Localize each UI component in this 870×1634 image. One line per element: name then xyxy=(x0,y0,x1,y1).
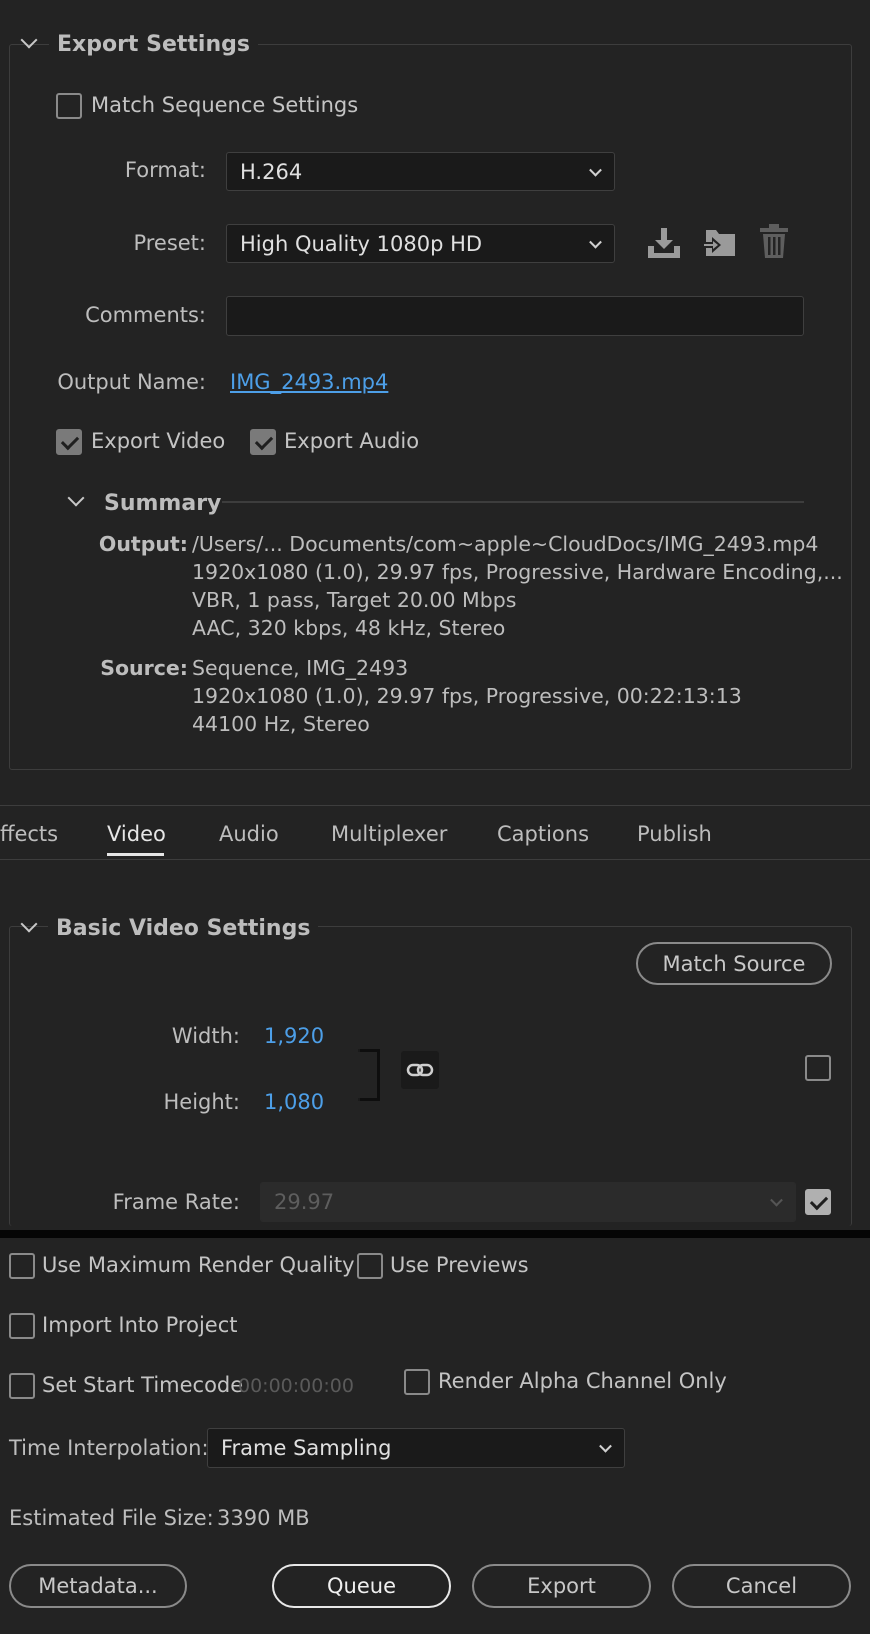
panel-divider[interactable] xyxy=(0,1230,870,1238)
tab-multiplexer[interactable]: Multiplexer xyxy=(331,822,447,846)
export-audio-label: Export Audio xyxy=(284,429,420,453)
tab-effects[interactable]: ffects xyxy=(0,822,58,846)
metadata-button[interactable]: Metadata... xyxy=(9,1564,187,1608)
export-settings-title: Export Settings xyxy=(49,32,258,57)
time-interpolation-value: Frame Sampling xyxy=(221,1436,392,1460)
queue-button[interactable]: Queue xyxy=(272,1564,451,1608)
match-sequence-checkbox[interactable] xyxy=(56,93,82,119)
chevron-down-icon xyxy=(770,1193,783,1207)
output-name-label: Output Name: xyxy=(57,370,206,394)
constrain-proportions-button[interactable] xyxy=(401,1051,439,1089)
delete-preset-icon[interactable] xyxy=(758,224,790,260)
height-label: Height: xyxy=(163,1090,241,1114)
summary-title: Summary xyxy=(104,491,222,516)
tab-publish[interactable]: Publish xyxy=(637,822,712,846)
summary-output-label: Output: xyxy=(98,532,188,556)
import-preset-icon[interactable] xyxy=(702,226,738,260)
chain-link-icon xyxy=(406,1063,434,1077)
basic-video-settings-title: Basic Video Settings xyxy=(48,916,319,941)
summary-source-line: 1920x1080 (1.0), 29.97 fps, Progressive,… xyxy=(192,684,742,708)
chevron-down-icon xyxy=(599,1439,612,1453)
chevron-down-icon xyxy=(589,235,602,249)
tab-video[interactable]: Video xyxy=(107,822,166,846)
width-value[interactable]: 1,920 xyxy=(264,1024,324,1048)
chevron-down-icon xyxy=(589,163,602,177)
estimated-file-size-label: Estimated File Size: xyxy=(9,1506,214,1530)
match-source-button[interactable]: Match Source xyxy=(636,942,832,985)
width-label: Width: xyxy=(171,1024,240,1048)
export-button[interactable]: Export xyxy=(472,1564,651,1608)
estimated-file-size-value: 3390 MB xyxy=(217,1506,310,1530)
tab-video-underline xyxy=(107,853,164,856)
use-previews-label: Use Previews xyxy=(390,1253,529,1277)
resize-video-checkbox[interactable] xyxy=(805,1055,831,1081)
max-render-quality-label: Use Maximum Render Quality xyxy=(42,1253,355,1277)
format-value: H.264 xyxy=(240,159,303,184)
time-interpolation-label: Time Interpolation: xyxy=(9,1436,209,1460)
set-start-timecode-checkbox[interactable] xyxy=(9,1373,35,1399)
summary-output-line: 1920x1080 (1.0), 29.97 fps, Progressive,… xyxy=(192,560,843,584)
export-video-label: Export Video xyxy=(91,429,226,453)
height-value[interactable]: 1,080 xyxy=(264,1090,324,1114)
comments-label: Comments: xyxy=(85,303,206,327)
output-name-link[interactable]: IMG_2493.mp4 xyxy=(230,370,388,394)
render-alpha-checkbox[interactable] xyxy=(404,1369,430,1395)
frame-rate-value: 29.97 xyxy=(274,1190,335,1214)
export-audio-checkbox[interactable] xyxy=(250,429,276,455)
save-preset-icon[interactable] xyxy=(646,226,682,260)
summary-divider xyxy=(222,501,804,503)
cancel-button[interactable]: Cancel xyxy=(672,1564,851,1608)
max-render-quality-checkbox[interactable] xyxy=(9,1253,35,1279)
frame-rate-select[interactable]: 29.97 xyxy=(260,1182,796,1222)
summary-output-line: AAC, 320 kbps, 48 kHz, Stereo xyxy=(192,616,506,640)
tab-bar-border-bottom xyxy=(0,859,870,860)
tab-bar-border-top xyxy=(0,805,870,806)
frame-rate-label: Frame Rate: xyxy=(112,1190,240,1214)
format-label: Format: xyxy=(124,158,206,182)
comments-input[interactable] xyxy=(226,296,804,336)
summary-output-line: VBR, 1 pass, Target 20.00 Mbps xyxy=(192,588,517,612)
summary-output-line: /Users/... Documents/com~apple~CloudDocs… xyxy=(192,532,819,556)
tab-captions[interactable]: Captions xyxy=(497,822,589,846)
export-video-checkbox[interactable] xyxy=(56,429,82,455)
time-interpolation-select[interactable]: Frame Sampling xyxy=(207,1428,625,1468)
import-into-project-label: Import Into Project xyxy=(42,1313,238,1337)
start-timecode-value: 00:00:00:00 xyxy=(238,1375,354,1397)
use-previews-checkbox[interactable] xyxy=(357,1253,383,1279)
format-select[interactable]: H.264 xyxy=(226,152,615,191)
preset-value: High Quality 1080p HD xyxy=(240,231,483,256)
preset-label: Preset: xyxy=(133,231,206,255)
set-start-timecode-label: Set Start Timecode xyxy=(42,1373,244,1397)
preset-select[interactable]: High Quality 1080p HD xyxy=(226,224,615,263)
render-alpha-label: Render Alpha Channel Only xyxy=(438,1369,727,1393)
frame-rate-checkbox[interactable] xyxy=(805,1189,831,1215)
tab-audio[interactable]: Audio xyxy=(219,822,279,846)
match-sequence-label: Match Sequence Settings xyxy=(91,93,359,117)
import-into-project-checkbox[interactable] xyxy=(9,1313,35,1339)
aspect-link-bracket-inner xyxy=(360,1049,380,1101)
summary-source-label: Source: xyxy=(100,656,188,680)
summary-source-line: 44100 Hz, Stereo xyxy=(192,712,370,736)
summary-source-line: Sequence, IMG_2493 xyxy=(192,656,409,680)
